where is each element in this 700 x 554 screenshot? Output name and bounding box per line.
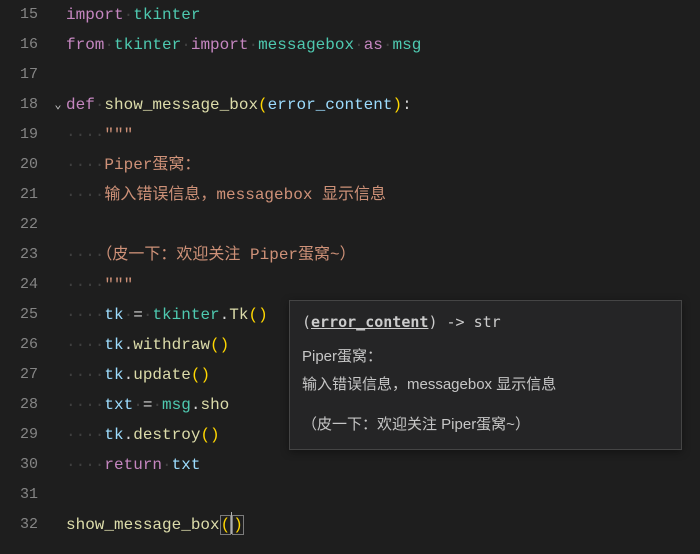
code-line[interactable]: import·tkinter [66,0,700,30]
line-number-gutter: 15 16 17 18 19 20 21 22 23 24 25 26 27 2… [0,0,50,554]
line-number: 17 [0,60,38,90]
code-line[interactable]: ····Piper蛋窝： [66,150,700,180]
line-number: 22 [0,210,38,240]
line-number: 16 [0,30,38,60]
code-line[interactable]: def·show_message_box(error_content): [66,90,700,120]
signature-help-tooltip: (error_content) -> str Piper蛋窝： 输入错误信息，m… [289,300,682,450]
line-number: 23 [0,240,38,270]
line-number: 28 [0,390,38,420]
doc-line: （皮一下：欢迎关注 Piper蛋窝~） [302,411,669,439]
line-number: 19 [0,120,38,150]
fold-gutter: ⌄ [50,0,66,554]
code-line[interactable] [66,210,700,240]
doc-line: Piper蛋窝： [302,343,669,371]
code-line[interactable]: ····return·txt [66,450,700,480]
code-line[interactable]: from·tkinter·import·messagebox·as·msg [66,30,700,60]
fold-toggle[interactable]: ⌄ [50,90,66,120]
code-editor[interactable]: 15 16 17 18 19 20 21 22 23 24 25 26 27 2… [0,0,700,554]
line-number: 25 [0,300,38,330]
line-number: 15 [0,0,38,30]
line-number: 18 [0,90,38,120]
line-number: 24 [0,270,38,300]
line-number: 27 [0,360,38,390]
code-line[interactable]: ····输入错误信息，messagebox 显示信息 [66,180,700,210]
code-line[interactable]: ····""" [66,120,700,150]
line-number: 26 [0,330,38,360]
line-number: 29 [0,420,38,450]
code-area[interactable]: import·tkinter from·tkinter·import·messa… [66,0,700,554]
text-cursor [231,512,232,534]
signature-line: (error_content) -> str [302,309,669,335]
code-line[interactable] [66,60,700,90]
doc-line: 输入错误信息，messagebox 显示信息 [302,371,669,399]
active-param: error_content [311,313,428,331]
code-line[interactable] [66,480,700,510]
code-line[interactable]: show_message_box() [66,510,700,540]
line-number: 32 [0,510,38,540]
code-line[interactable]: ····（皮一下：欢迎关注 Piper蛋窝~） [66,240,700,270]
line-number: 21 [0,180,38,210]
line-number: 20 [0,150,38,180]
code-line[interactable]: ····""" [66,270,700,300]
line-number: 31 [0,480,38,510]
doc-line [302,399,669,411]
line-number: 30 [0,450,38,480]
